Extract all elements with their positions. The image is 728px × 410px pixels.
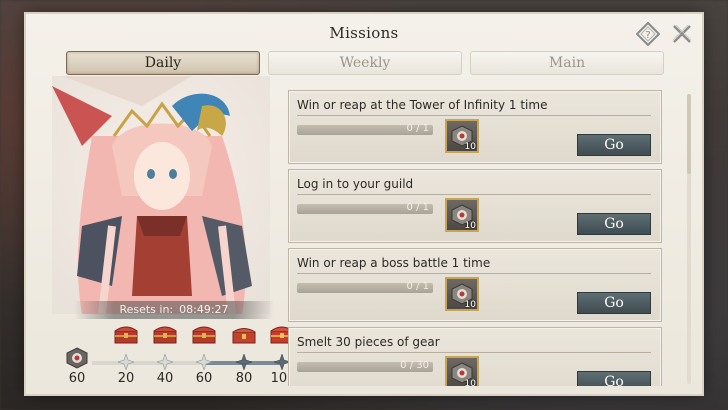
reward-quantity: 10 bbox=[464, 379, 476, 386]
star-icon bbox=[156, 353, 174, 371]
svg-text:?: ? bbox=[645, 30, 650, 41]
go-button[interactable]: Go bbox=[577, 134, 651, 156]
mission-count: 0 / 30 bbox=[400, 360, 429, 371]
reward-quantity: 10 bbox=[464, 142, 476, 152]
milestone-label: 20 bbox=[117, 371, 135, 386]
reward-quantity: 10 bbox=[464, 300, 476, 310]
mission-card: Smelt 30 pieces of gear 0 / 30 10 Go bbox=[288, 327, 662, 386]
star-icon bbox=[235, 353, 253, 371]
mission-title: Win or reap a boss battle 1 time bbox=[297, 256, 491, 270]
go-button[interactable]: Go bbox=[577, 292, 651, 314]
milestone-label: 40 bbox=[156, 371, 174, 386]
mission-list: Win or reap at the Tower of Infinity 1 t… bbox=[278, 86, 684, 386]
chest-icon[interactable] bbox=[192, 324, 216, 344]
tab-daily[interactable]: Daily bbox=[66, 51, 260, 75]
mission-title: Win or reap at the Tower of Infinity 1 t… bbox=[297, 98, 548, 112]
mission-progress-bar: 0 / 1 bbox=[297, 281, 433, 293]
reward-quantity: 10 bbox=[464, 221, 476, 231]
mission-token-icon bbox=[66, 347, 88, 369]
reward-item[interactable]: 10 bbox=[445, 277, 479, 311]
progress-fill bbox=[92, 361, 206, 365]
mission-title: Log in to your guild bbox=[297, 177, 414, 191]
mission-progress-bar: 0 / 1 bbox=[297, 202, 433, 214]
mission-progress-bar: 0 / 1 bbox=[297, 123, 433, 135]
mission-count: 0 / 1 bbox=[406, 202, 429, 213]
reward-item[interactable]: 10 bbox=[445, 356, 479, 386]
mission-count: 0 / 1 bbox=[406, 123, 429, 134]
missions-dialog: Missions ? Daily Weekly Main Resets in: … bbox=[26, 14, 702, 394]
daily-progress: 60 20 40 60 80 100 bbox=[46, 314, 295, 390]
chest-icon[interactable] bbox=[114, 324, 138, 344]
mission-progress-bar: 0 / 30 bbox=[297, 360, 433, 372]
chest-icon[interactable] bbox=[153, 324, 177, 344]
mission-title: Smelt 30 pieces of gear bbox=[297, 335, 440, 349]
mission-card: Log in to your guild 0 / 1 10 Go bbox=[288, 169, 662, 243]
go-button[interactable]: Go bbox=[577, 213, 651, 235]
reward-item[interactable]: 10 bbox=[445, 119, 479, 153]
divider bbox=[297, 194, 651, 195]
reward-item[interactable]: 10 bbox=[445, 198, 479, 232]
chest-icon[interactable] bbox=[232, 324, 256, 344]
milestone-label: 80 bbox=[235, 371, 253, 386]
tab-weekly[interactable]: Weekly bbox=[268, 51, 462, 75]
mission-tabs: Daily Weekly Main bbox=[64, 51, 664, 75]
help-icon[interactable]: ? bbox=[635, 21, 661, 47]
star-icon bbox=[195, 353, 213, 371]
divider bbox=[297, 273, 651, 274]
star-icon bbox=[117, 353, 135, 371]
current-points: 60 bbox=[68, 371, 86, 386]
mission-count: 0 / 1 bbox=[406, 281, 429, 292]
go-button[interactable]: Go bbox=[577, 371, 651, 386]
divider bbox=[297, 115, 651, 116]
divider bbox=[297, 352, 651, 353]
character-portrait bbox=[52, 76, 270, 314]
mission-scrollbar[interactable] bbox=[687, 94, 691, 384]
milestone-label: 60 bbox=[195, 371, 213, 386]
dialog-title: Missions bbox=[329, 24, 399, 42]
mission-card: Win or reap a boss battle 1 time 0 / 1 1… bbox=[288, 248, 662, 322]
close-icon[interactable] bbox=[670, 22, 694, 46]
mission-card: Win or reap at the Tower of Infinity 1 t… bbox=[288, 90, 662, 164]
tab-main[interactable]: Main bbox=[470, 51, 664, 75]
scroll-thumb[interactable] bbox=[687, 94, 691, 174]
